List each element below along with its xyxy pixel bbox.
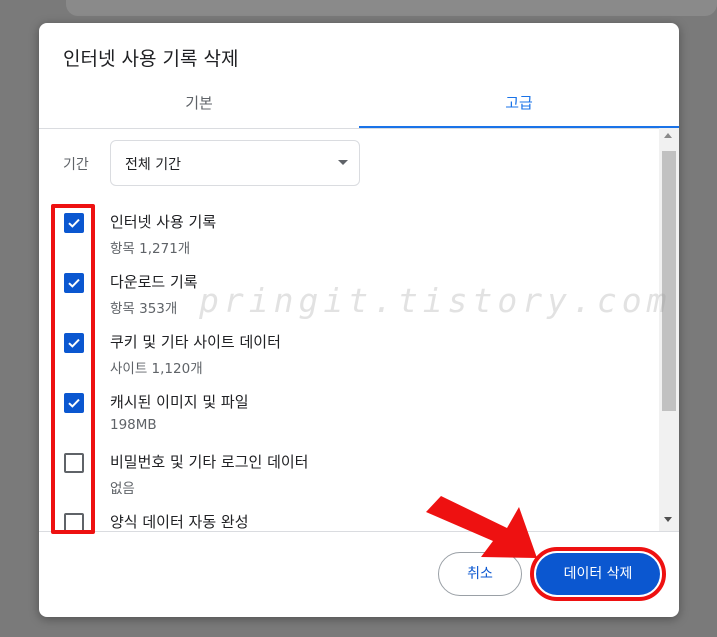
annotation-arrow: [426, 496, 537, 558]
